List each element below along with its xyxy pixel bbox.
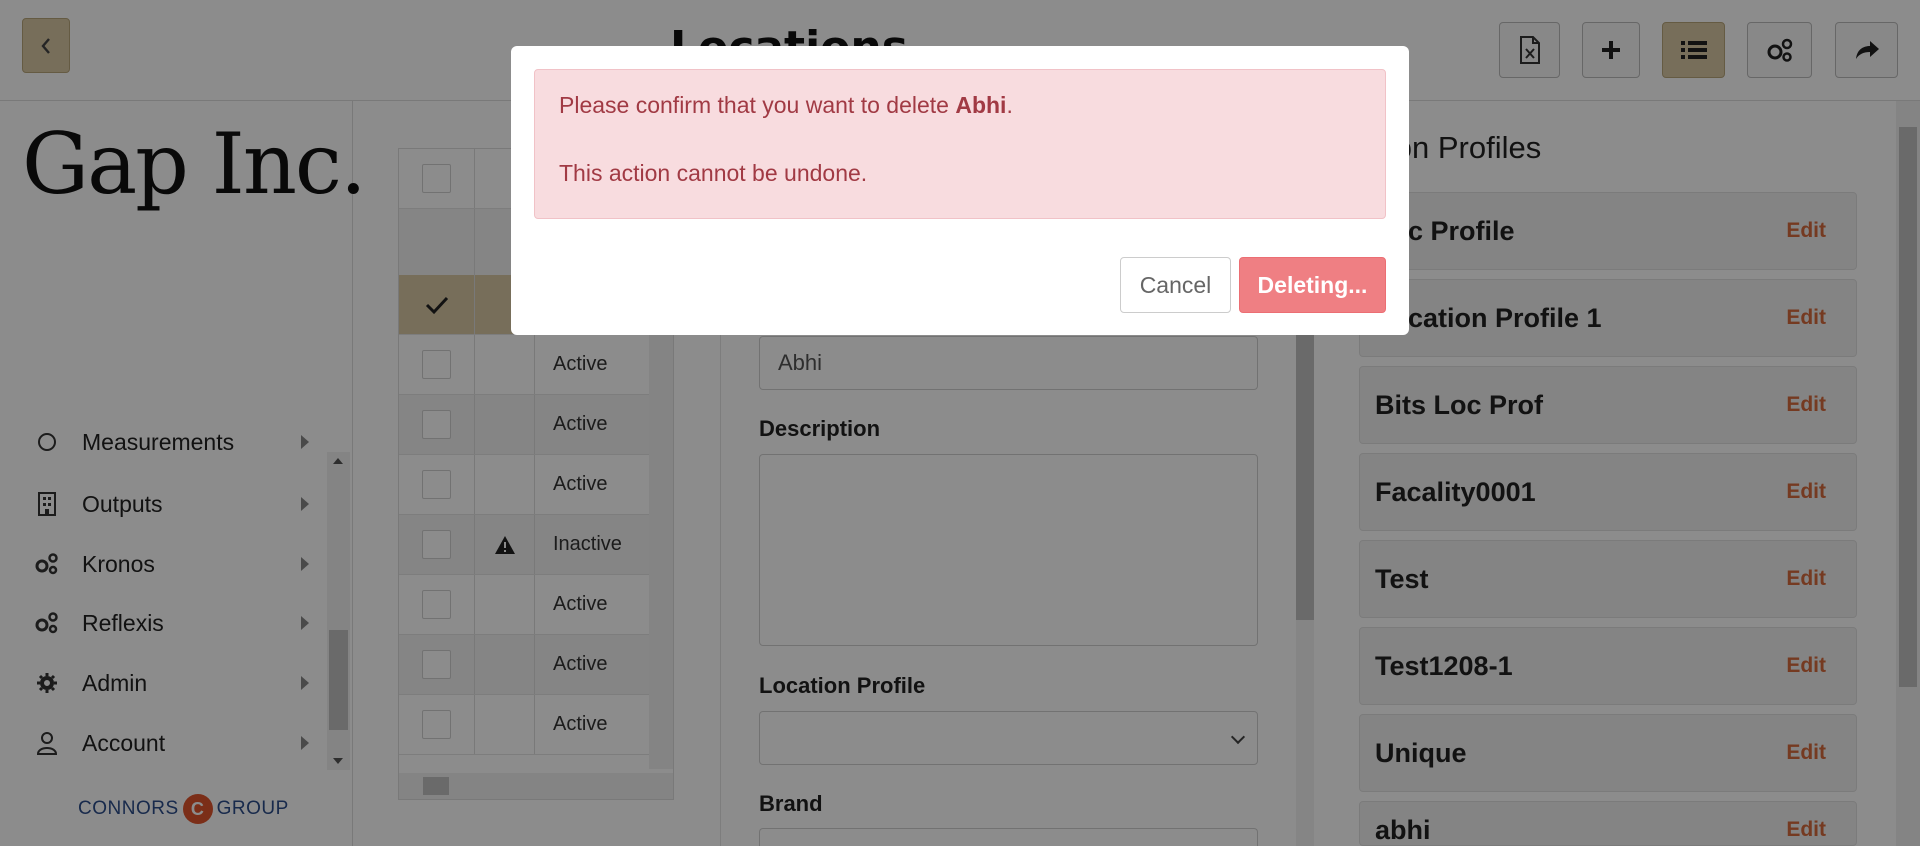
delete-warning-alert: Please confirm that you want to delete A…: [534, 69, 1386, 219]
cancel-button[interactable]: Cancel: [1120, 257, 1231, 313]
undo-warning: This action cannot be undone.: [559, 159, 868, 186]
confirm-message-prefix: Please confirm that you want to delete: [559, 92, 956, 118]
confirm-message: Please confirm that you want to delete A…: [559, 92, 1361, 120]
confirm-item-name: Abhi: [955, 92, 1007, 118]
delete-confirm-dialog: Please confirm that you want to delete A…: [511, 46, 1409, 335]
confirm-message-suffix: .: [1006, 92, 1013, 118]
delete-button[interactable]: Deleting...: [1239, 257, 1386, 313]
